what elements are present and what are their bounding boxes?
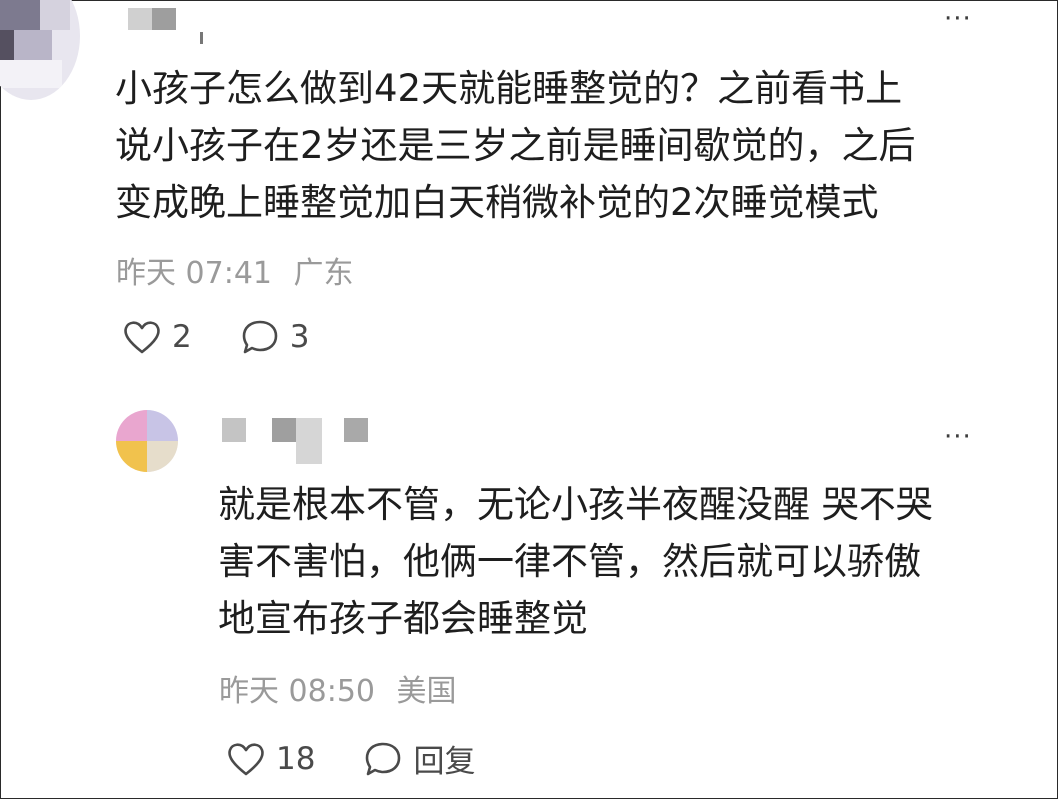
reply-count: 3 (289, 319, 310, 355)
reply-line: 地宣布孩子都会睡整觉 (218, 597, 588, 640)
like-button[interactable]: 2 (122, 319, 192, 355)
more-options-icon[interactable]: ··· (944, 424, 972, 450)
comment-actions: 2 3 (122, 318, 357, 356)
speech-bubble-icon (366, 742, 401, 775)
reply-label: 回复 (413, 744, 476, 780)
more-options-icon[interactable]: ··· (944, 6, 972, 32)
comment-body: 小孩子怎么做到42天就能睡整觉的？之前看书上 说小孩子在2岁还是三岁之前是睡间歇… (115, 60, 916, 231)
location: 美国 (396, 674, 457, 709)
reply-button[interactable]: 回复 (363, 736, 475, 781)
timestamp: 昨天 07:41 (116, 256, 272, 291)
comment-meta: 昨天 07:41 广东 (116, 248, 354, 292)
reply-line: 害不害怕，他俩一律不管，然后就可以骄傲 (218, 540, 921, 583)
avatar[interactable] (116, 410, 178, 472)
like-button[interactable]: 18 (226, 741, 315, 777)
comment-line: 小孩子怎么做到42天就能睡整觉的？之前看书上 (115, 67, 903, 110)
reply-body: 就是根本不管，无论小孩半夜醒没醒 哭不哭 害不害怕，他俩一律不管，然后就可以骄傲… (218, 476, 933, 647)
reply-meta: 昨天 08:50 美国 (219, 666, 457, 710)
location: 广东 (293, 256, 354, 291)
like-count: 18 (276, 740, 316, 777)
like-count: 2 (172, 319, 192, 355)
heart-outline-icon (124, 321, 160, 354)
replies-button[interactable]: 3 (240, 318, 310, 356)
comment-line: 说小孩子在2岁还是三岁之前是睡间歇觉的，之后 (115, 124, 916, 167)
comment-line: 变成晚上睡整觉加白天稍微补觉的2次睡觉模式 (115, 181, 879, 224)
reply-line: 就是根本不管，无论小孩半夜醒没醒 哭不哭 (218, 483, 933, 526)
speech-bubble-icon (242, 320, 278, 354)
heart-outline-icon (228, 742, 264, 775)
reply-actions: 18 回复 (226, 736, 523, 781)
timestamp: 昨天 08:50 (219, 674, 375, 709)
